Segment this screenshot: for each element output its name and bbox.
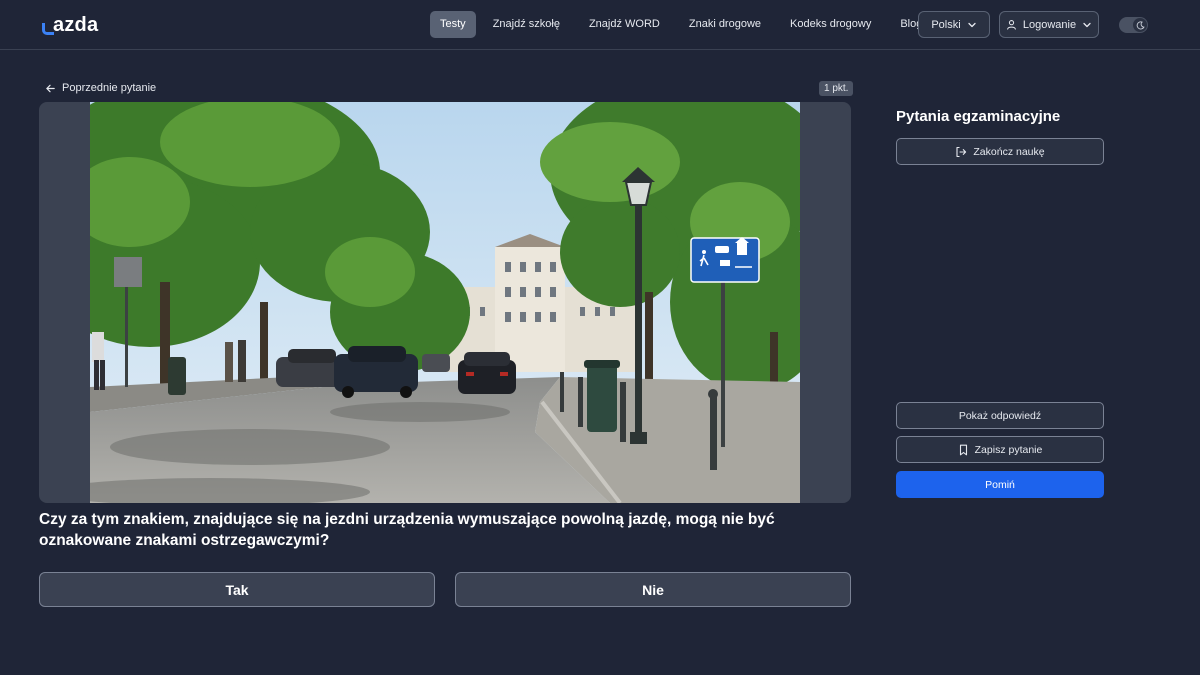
theme-toggle[interactable] [1119,17,1148,33]
language-select[interactable]: Polski [918,11,990,38]
question-photo [90,102,800,503]
nav-item-znajdz-szkole[interactable]: Znajdź szkołę [483,11,570,38]
question-image-frame [39,102,851,503]
previous-question-label: Poprzednie pytanie [62,82,157,94]
login-button[interactable]: Logowanie [999,11,1099,38]
logout-icon [955,146,967,158]
chevron-down-icon [1082,20,1092,30]
previous-question-link[interactable]: Poprzednie pytanie [45,80,156,96]
login-label: Logowanie [1022,18,1077,31]
chevron-down-icon [967,20,977,30]
question-text: Czy za tym znakiem, znajdujące się na je… [39,511,775,549]
zone-sign [690,237,760,283]
nav-item-testy[interactable]: Testy [430,11,476,38]
points-badge: 1 pkt. [819,81,854,96]
nav-item-kodeks-drogowy[interactable]: Kodeks drogowy [780,11,881,38]
user-icon [1006,19,1017,30]
show-answer-button[interactable]: Pokaż odpowiedź [896,402,1104,429]
answer-tak-button[interactable]: Tak [39,572,435,607]
finish-learning-label: Zakończ naukę [973,145,1045,158]
logo-text: azda [53,14,99,36]
skip-label: Pomiń [985,478,1015,491]
answer-nie-button[interactable]: Nie [455,572,851,607]
skip-button[interactable]: Pomiń [896,471,1104,498]
arrow-left-icon [45,83,56,94]
main-nav: Testy Znajdź szkołę Znajdź WORD Znaki dr… [430,11,932,38]
save-question-label: Zapisz pytanie [974,443,1043,456]
finish-learning-button[interactable]: Zakończ naukę [896,138,1104,165]
logo[interactable]: azda [42,12,98,36]
save-question-button[interactable]: Zapisz pytanie [896,436,1104,463]
show-answer-label: Pokaż odpowiedź [958,409,1042,422]
nav-item-znaki-drogowe[interactable]: Znaki drogowe [679,11,771,38]
language-label: Polski [931,18,961,31]
bookmark-icon [958,444,969,456]
moon-icon [1133,18,1147,32]
top-navbar: azda Testy Znajdź szkołę Znajdź WORD Zna… [0,0,1200,50]
logo-j-mark [42,18,54,36]
panel-title: Pytania egzaminacyjne [896,108,1061,125]
nav-item-znajdz-word[interactable]: Znajdź WORD [579,11,670,38]
